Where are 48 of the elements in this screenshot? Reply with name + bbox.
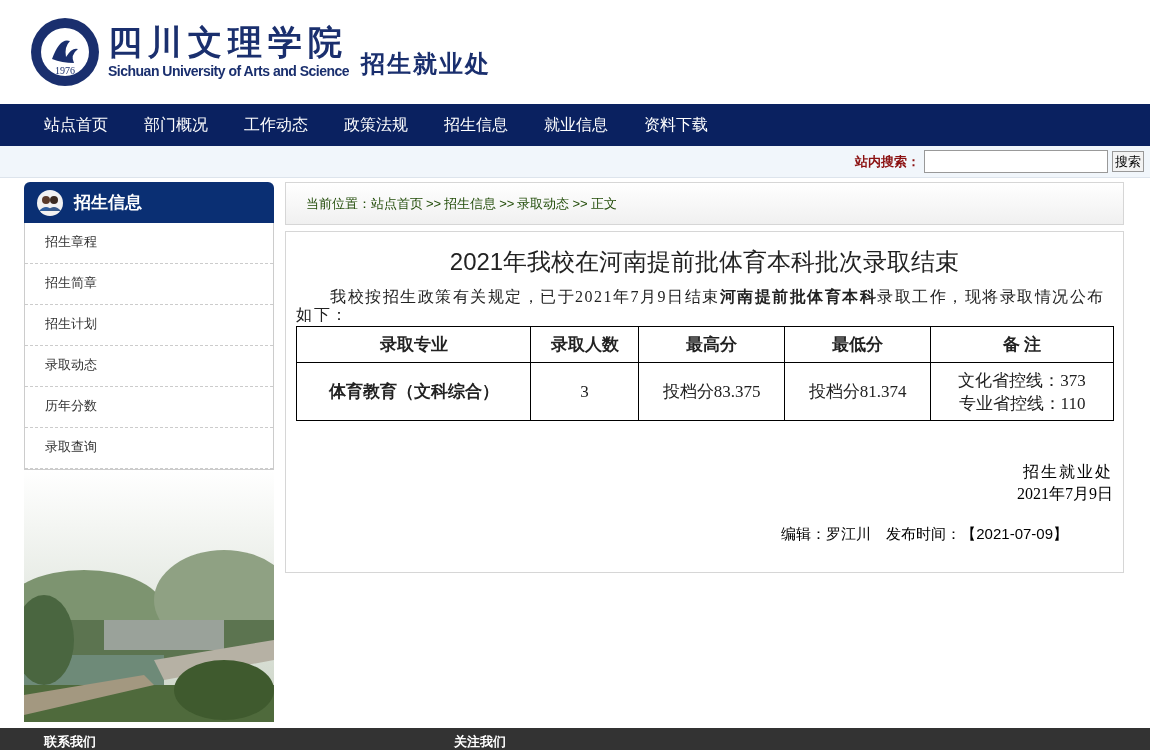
breadcrumb-separator: >> [572, 194, 588, 213]
nav-link[interactable]: 招生信息 [444, 113, 508, 137]
nav-link[interactable]: 资料下载 [644, 113, 708, 137]
column-header: 录取人数 [530, 326, 639, 363]
sidebar-item[interactable]: 历年分数 [25, 387, 273, 428]
breadcrumb-link[interactable]: 站点首页 [371, 193, 423, 214]
column-header: 最低分 [784, 326, 931, 363]
column-header: 最高分 [638, 326, 785, 363]
school-name-english: Sichuan University of Arts and Science [108, 61, 350, 81]
breadcrumb-link[interactable]: 正文 [590, 193, 617, 214]
nav-link[interactable]: 部门概况 [144, 113, 208, 137]
article-title: 2021年我校在河南提前批体育本科批次录取结束 [448, 247, 961, 277]
footer-heading: 关注我们 [454, 734, 506, 750]
sidebar-item[interactable]: 招生计划 [25, 305, 273, 346]
column-header: 录取专业 [296, 326, 531, 363]
emblem-icon: 1976 [30, 17, 100, 87]
table-cell: 投档分81.374 [784, 362, 931, 421]
nav-link[interactable]: 就业信息 [544, 113, 608, 137]
search-field[interactable] [924, 150, 1108, 173]
people-icon [36, 188, 64, 217]
nav-link[interactable]: 工作动态 [244, 113, 308, 137]
search-label: 站内搜索： [855, 152, 920, 171]
signature-date: 2021年7月9日 [1016, 484, 1113, 504]
sidebar-title: 招生信息 [74, 191, 142, 214]
sidebar-item[interactable]: 招生章程 [25, 223, 273, 264]
search-button[interactable]: 搜索 [1112, 151, 1144, 172]
note-text: 文化省控线：373 [957, 369, 1087, 392]
article-meta: 编辑：罗江川 发布时间：【2021-07-09】 [780, 524, 1069, 544]
note-text: 专业省控线：110 [957, 392, 1087, 415]
footer-heading: 联系我们 [44, 734, 97, 750]
table-cell: 体育教育（文科综合） [296, 362, 531, 421]
column-header: 备 注 [930, 326, 1114, 363]
sidebar-item[interactable]: 录取查询 [25, 428, 273, 469]
signature: 招生就业处 [1022, 462, 1113, 482]
table-cell: 3 [530, 362, 639, 421]
department-name: 招生就业处 [361, 49, 492, 79]
breadcrumb-separator: >> [499, 194, 515, 213]
nav-link[interactable]: 站点首页 [44, 113, 108, 137]
breadcrumb-link[interactable]: 录取动态 [517, 193, 570, 214]
breadcrumb-link[interactable]: 招生信息 [444, 193, 497, 214]
sidebar-item[interactable]: 录取动态 [25, 346, 273, 387]
sidebar-item[interactable]: 招生简章 [25, 264, 273, 305]
nav-link[interactable]: 政策法规 [344, 113, 408, 137]
breadcrumb-label: 当前位置： [306, 194, 371, 213]
article-paragraph: 我校按招生政策有关规定，已于2021年7月9日结束河南提前批体育本科录取工作，现将录取情况公布如下： [296, 288, 1106, 324]
school-name: 四川文理学院 [108, 22, 349, 61]
table-cell: 投档分83.375 [638, 362, 785, 421]
breadcrumb-separator: >> [426, 194, 442, 213]
